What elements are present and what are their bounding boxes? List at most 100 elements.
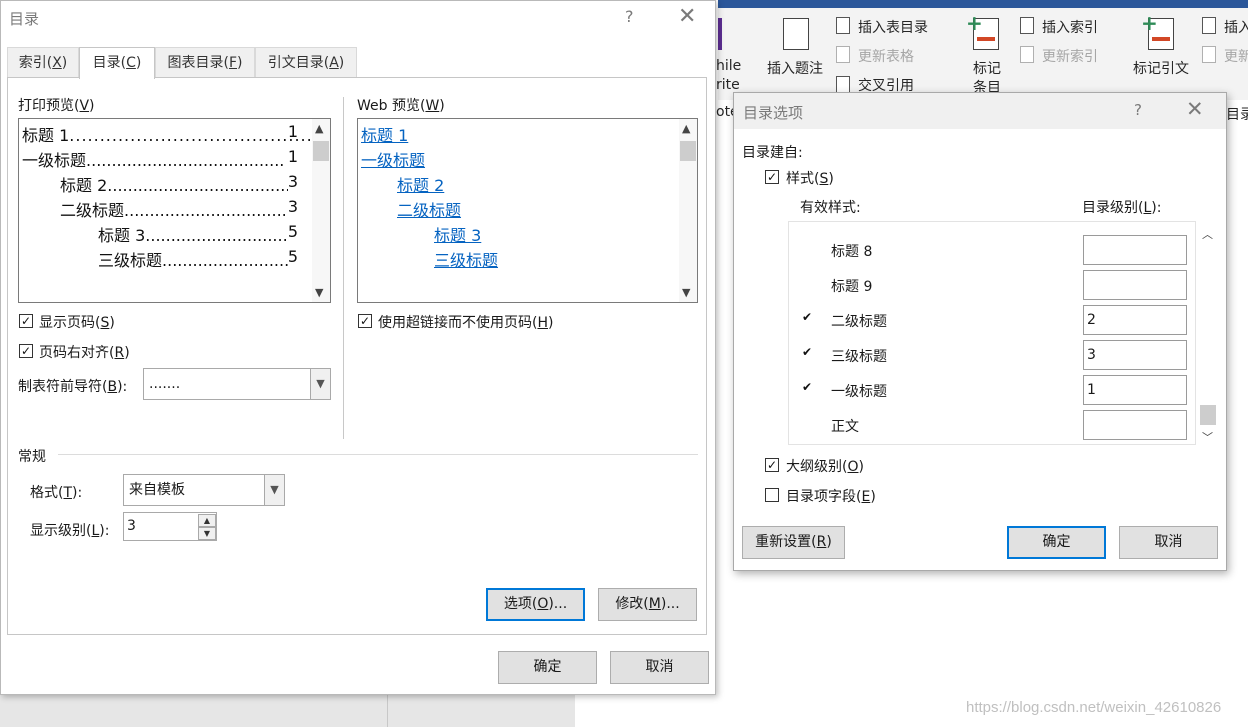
style-list-scrollbar[interactable]: ︿ ﹀: [1199, 221, 1217, 445]
web-preview-link[interactable]: 标题 2: [397, 172, 444, 196]
use-hyperlinks-checkbox[interactable]: ✓: [358, 314, 372, 328]
close-icon[interactable]: ✕: [1186, 97, 1204, 121]
chevron-up-icon[interactable]: ︿: [1202, 226, 1213, 242]
toc-level-input[interactable]: 3: [1083, 340, 1187, 370]
insert-table-of-authorities-button[interactable]: 插入: [1224, 17, 1248, 37]
show-page-numbers-checkbox[interactable]: ✓: [19, 314, 33, 328]
tab-leader-select[interactable]: ....... ▼: [143, 368, 331, 400]
scroll-thumb[interactable]: [680, 141, 696, 161]
update-table-icon: [836, 46, 850, 63]
insert-table-of-figures-button[interactable]: 插入表目录: [858, 17, 928, 37]
style-name: 二级标题: [831, 314, 887, 330]
chevron-down-icon[interactable]: ▼: [682, 286, 690, 299]
outline-levels-checkbox[interactable]: ✓: [765, 458, 779, 472]
style-name: 标题 9: [831, 279, 873, 295]
reset-button[interactable]: 重新设置(R): [742, 526, 845, 559]
watermark: https://blog.csdn.net/weixin_42610826: [966, 699, 1222, 716]
close-icon[interactable]: ✕: [678, 4, 696, 29]
ok-button[interactable]: 确定: [1007, 526, 1106, 559]
ribbon-partial-label: hile: [716, 58, 742, 74]
style-row[interactable]: ✔ 二级标题 2: [789, 302, 1197, 337]
chevron-up-icon[interactable]: ▲: [682, 122, 690, 135]
mark-citation-button[interactable]: 标记引文: [1133, 58, 1189, 78]
spin-down-icon[interactable]: ▼: [198, 527, 216, 540]
help-icon[interactable]: ?: [1134, 101, 1142, 119]
tab-toc[interactable]: 目录(C): [79, 47, 155, 79]
tab-table-of-figures[interactable]: 图表目录(F): [155, 47, 255, 78]
show-levels-spinner[interactable]: 3 ▲ ▼: [123, 512, 217, 541]
style-name: 标题 8: [831, 244, 873, 260]
mark-entry-icon: +: [966, 13, 999, 50]
divider: [58, 454, 698, 455]
print-preview-line: 一级标题....................................…: [22, 147, 298, 170]
format-label: 格式(T):: [30, 485, 83, 501]
web-preview-box: 标题 1 一级标题 标题 2 二级标题 标题 3 三级标题 ▲ ▼: [357, 118, 698, 303]
available-styles-header: 有效样式:: [800, 200, 861, 216]
chevron-up-icon[interactable]: ▲: [315, 122, 323, 135]
toc-level-input[interactable]: 2: [1083, 305, 1187, 335]
cross-reference-icon: [836, 76, 850, 93]
dialog-title: 目录: [9, 10, 40, 28]
print-preview-line: 标题 2....................................…: [60, 172, 298, 195]
chevron-down-icon[interactable]: ▼: [264, 475, 284, 505]
tab-table-of-authorities[interactable]: 引文目录(A): [255, 47, 357, 78]
web-preview-link[interactable]: 标题 1: [361, 122, 408, 146]
toc-entry-fields-label: 目录项字段(E): [786, 489, 876, 505]
ribbon-partial-label: rite: [716, 77, 740, 93]
web-preview-link[interactable]: 二级标题: [397, 197, 461, 221]
ok-button[interactable]: 确定: [498, 651, 597, 684]
toc-level-input[interactable]: [1083, 235, 1187, 265]
style-row[interactable]: ✔ 一级标题 1: [789, 372, 1197, 407]
style-name: 三级标题: [831, 349, 887, 365]
chevron-down-icon[interactable]: ▼: [315, 286, 323, 299]
toc-level-input[interactable]: [1083, 410, 1187, 440]
insert-index-button[interactable]: 插入索引: [1042, 17, 1098, 37]
update-table-of-authorities-button[interactable]: 更新: [1224, 46, 1248, 66]
toc-level-input[interactable]: [1083, 270, 1187, 300]
styles-checkbox[interactable]: ✓: [765, 170, 779, 184]
web-preview-link[interactable]: 标题 3: [434, 222, 481, 246]
options-button[interactable]: 选项(O)...: [486, 588, 585, 621]
print-preview-scrollbar[interactable]: ▲ ▼: [312, 119, 330, 302]
toc-entry-fields-checkbox[interactable]: [765, 488, 779, 502]
style-row[interactable]: ✔ 三级标题 3: [789, 337, 1197, 372]
cancel-button[interactable]: 取消: [610, 651, 709, 684]
style-row[interactable]: 标题 8: [789, 232, 1197, 267]
update-index-button[interactable]: 更新索引: [1042, 46, 1098, 66]
style-list: 标题 8 标题 9 ✔ 二级标题 2 ✔ 三级标题 3 ✔ 一级标题 1 正文: [788, 221, 1196, 445]
style-row[interactable]: 正文: [789, 407, 1197, 442]
help-icon[interactable]: ?: [625, 7, 634, 26]
onenote-icon: [718, 18, 722, 50]
cancel-button[interactable]: 取消: [1119, 526, 1218, 559]
chevron-down-icon[interactable]: ▼: [310, 369, 330, 399]
check-icon: ✔: [802, 310, 813, 324]
tab-index[interactable]: 索引(X): [7, 47, 79, 78]
right-align-checkbox[interactable]: ✓: [19, 344, 33, 358]
update-table-button[interactable]: 更新表格: [858, 46, 914, 66]
style-row[interactable]: 标题 9: [789, 267, 1197, 302]
chevron-down-icon[interactable]: ﹀: [1202, 429, 1213, 445]
modify-button[interactable]: 修改(M)...: [598, 588, 697, 621]
format-value: 来自模板: [129, 482, 185, 498]
styles-label: 样式(S): [786, 171, 834, 187]
print-preview-line: 三级标题.................................5: [98, 247, 298, 270]
update-index-icon: [1020, 46, 1034, 63]
general-section-title: 常规: [18, 449, 46, 465]
outline-levels-label: 大纲级别(O): [786, 459, 864, 475]
spin-up-icon[interactable]: ▲: [198, 514, 216, 527]
mark-entry-button[interactable]: 标记: [973, 58, 1001, 78]
update-table-of-authorities-icon: [1202, 46, 1216, 63]
format-select[interactable]: 来自模板 ▼: [123, 474, 285, 506]
web-preview-link[interactable]: 三级标题: [434, 247, 498, 271]
web-preview-link[interactable]: 一级标题: [361, 147, 425, 171]
insert-caption-button[interactable]: 插入题注: [767, 58, 823, 78]
scroll-thumb[interactable]: [313, 141, 329, 161]
web-preview-scrollbar[interactable]: ▲ ▼: [679, 119, 697, 302]
print-preview-line: 标题 3...................................5: [98, 222, 298, 245]
tab-leader-value: .......: [149, 376, 181, 392]
tab-bar: 索引(X) 目录(C) 图表目录(F) 引文目录(A): [7, 47, 707, 79]
check-icon: ✔: [802, 345, 813, 359]
toc-level-input[interactable]: 1: [1083, 375, 1187, 405]
scroll-thumb[interactable]: [1200, 405, 1216, 425]
print-preview-box: 标题 1....................................…: [18, 118, 331, 303]
